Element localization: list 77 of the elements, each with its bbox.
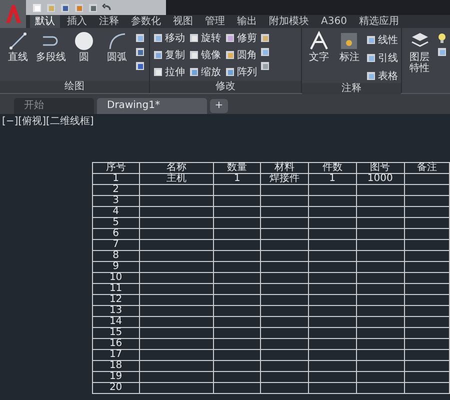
dimension-icon[interactable]: [339, 31, 360, 51]
tool-label[interactable]: 旋转: [201, 32, 221, 44]
table-cell: 13: [92, 306, 140, 316]
tool-label[interactable]: 线性: [378, 34, 398, 46]
table-cell: 7: [92, 240, 140, 250]
table-cell: 10: [92, 272, 140, 284]
ribbon-tab[interactable]: 默认: [30, 15, 60, 28]
table-cell: 19: [92, 372, 140, 382]
new-tab-button[interactable]: +: [210, 99, 228, 113]
text-icon[interactable]: [308, 31, 329, 51]
panel-title[interactable]: 修改: [150, 81, 301, 93]
bulb-icon[interactable]: [437, 33, 447, 43]
ribbon-tab[interactable]: 附加模块: [264, 15, 314, 28]
undo-icon[interactable]: [102, 2, 112, 12]
tool-label[interactable]: 圆角: [237, 50, 257, 60]
table-cell: 11: [92, 284, 140, 294]
table-cell: 1: [308, 174, 356, 184]
column-header: 备注: [404, 162, 450, 174]
tool-label[interactable]: 缩放: [201, 66, 221, 78]
table-cell: 1: [92, 174, 140, 184]
ribbon-tab[interactable]: 管理: [200, 15, 230, 28]
tool-label[interactable]: 引线: [378, 52, 398, 64]
viewport-label[interactable]: [−][俯视][二维线框]: [2, 116, 94, 128]
column-header: 件数: [308, 162, 356, 174]
table-cell: 2: [92, 184, 140, 196]
tool-label[interactable]: 复制: [165, 50, 185, 60]
tool-label[interactable]: 移动: [165, 32, 185, 44]
table-cell: 5: [92, 218, 140, 228]
panel-title[interactable]: 注释: [302, 83, 401, 95]
tool-label[interactable]: 修剪: [237, 32, 257, 44]
table-cell: 15: [92, 328, 140, 338]
table-cell: 18: [92, 360, 140, 372]
logo-icon: [4, 4, 22, 24]
tool-label[interactable]: 图层特性: [408, 52, 430, 74]
table-cell: 17: [92, 350, 140, 360]
ribbon-tab[interactable]: 视图: [168, 15, 198, 28]
table-cell: 16: [92, 338, 140, 350]
table-cell: 1000: [356, 174, 404, 184]
table-cell: 20: [92, 382, 140, 394]
ribbon-tab[interactable]: A360: [316, 15, 352, 28]
table-cell: 12: [92, 294, 140, 306]
ribbon-tab[interactable]: 精选应用: [354, 15, 404, 28]
ribbon-tab[interactable]: 注释: [94, 15, 124, 28]
table-cell: 14: [92, 316, 140, 328]
table-cell: 4: [92, 206, 140, 218]
tool-label[interactable]: 标注: [339, 52, 360, 63]
table-cell: 9: [92, 262, 140, 272]
table-cell: 3: [92, 196, 140, 206]
column-header: 名称: [139, 162, 214, 174]
table-cell: 1: [214, 174, 261, 184]
tool-label[interactable]: 镜像: [201, 50, 221, 60]
table-cell: 主机: [139, 174, 214, 184]
tool-label[interactable]: 圆: [79, 52, 89, 63]
tool-label[interactable]: 文字: [308, 52, 329, 63]
column-header: 材料: [260, 162, 308, 174]
table-cell: 8: [92, 250, 140, 262]
tool-label[interactable]: 阵列: [237, 66, 257, 78]
tool-label[interactable]: 直线: [8, 52, 28, 63]
arc-icon[interactable]: [107, 31, 127, 51]
column-header: 序号: [92, 162, 140, 174]
tool-label[interactable]: 拉伸: [165, 66, 185, 78]
ribbon-tab[interactable]: 插入: [62, 15, 92, 28]
line-icon[interactable]: [8, 31, 28, 51]
document-tab[interactable]: 开始: [14, 98, 94, 114]
table-cell: 焊接件: [260, 174, 308, 184]
panel-title[interactable]: 绘图: [0, 81, 149, 93]
tool-label[interactable]: 圆弧: [107, 52, 127, 63]
circle-icon[interactable]: [74, 31, 94, 51]
rectangle-icon[interactable]: [135, 33, 145, 43]
ribbon-tab[interactable]: 输出: [232, 15, 262, 28]
column-header: 图号: [356, 162, 404, 174]
tool-label[interactable]: 表格: [378, 70, 398, 82]
ribbon-tab[interactable]: 参数化: [126, 15, 166, 28]
tool-label[interactable]: 多段线: [36, 52, 66, 63]
table-cell: 6: [92, 228, 140, 240]
column-header: 数量: [214, 162, 261, 174]
document-tab[interactable]: Drawing1*: [97, 98, 207, 114]
